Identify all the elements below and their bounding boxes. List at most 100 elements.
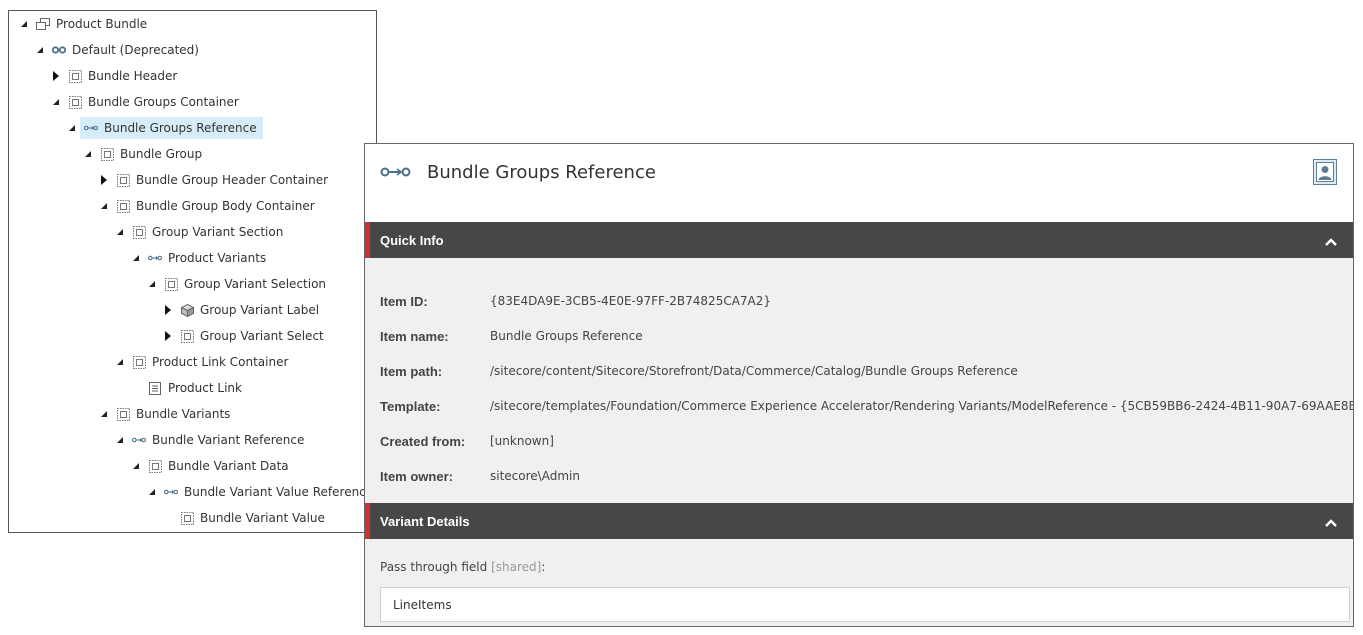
rendering-icon [116,199,130,213]
tree-node-label: Bundle Group [120,147,203,161]
expanded-toggle-icon[interactable] [131,253,141,263]
tree-node[interactable]: Bundle Variant Value Reference [164,481,373,503]
rendering-icon [148,459,162,473]
item-detail-panel: Bundle Groups Reference Quick Info Item … [364,143,1354,627]
product-bundle-icon [36,17,50,31]
reference-icon [84,121,98,135]
tree-node[interactable]: Bundle Variants [116,403,230,425]
info-row-created-from: Created from: [unknown] [380,432,554,450]
info-value: /sitecore/content/Sitecore/Storefront/Da… [490,364,1018,378]
rendering-icon [68,69,82,83]
tree-node-label: Product Link [168,381,242,395]
tree-node[interactable]: Bundle Groups Container [68,91,239,113]
tree-node-label: Bundle Variant Value [200,511,325,525]
reference-icon [380,166,412,181]
tree-node[interactable]: Product Link Container [132,351,288,373]
variant-details-section-header[interactable]: Variant Details [365,503,1353,539]
rendering-icon [132,225,146,239]
expanded-toggle-icon[interactable] [131,461,141,471]
reference-icon [164,485,178,499]
expanded-toggle-icon[interactable] [99,201,109,211]
rendering-icon [180,329,194,343]
tree-node-label: Group Variant Label [200,303,320,317]
tree-node-label: Product Link Container [152,355,289,369]
tree-node[interactable]: Bundle Header [68,65,177,87]
quick-info-section-header[interactable]: Quick Info [365,222,1353,258]
user-avatar-button[interactable] [1313,159,1337,185]
info-row-item-id: Item ID: {83E4DA9E-3CB5-4E0E-97FF-2B7482… [380,292,771,310]
tree-node[interactable]: Bundle Group Header Container [116,169,328,191]
tree-node[interactable]: Bundle Variant Reference [132,429,304,451]
tree-node[interactable]: Bundle Variant Value [180,507,325,529]
content-tree: Product Bundle Default (Deprecated) Bundle… [8,10,377,533]
tree-node-label: Group Variant Selection [184,277,327,291]
rendering-icon [68,95,82,109]
info-value: [unknown] [490,434,554,448]
tree-node[interactable]: Group Variant Select [180,325,324,347]
tree-node[interactable]: Product Link [148,377,242,399]
info-label: Created from: [380,433,466,449]
item-title: Bundle Groups Reference [427,162,656,183]
expanded-toggle-icon[interactable] [67,123,77,133]
expanded-toggle-icon[interactable] [19,19,29,29]
rendering-icon [100,147,114,161]
tree-node-label: Default (Deprecated) [72,43,199,57]
info-value: {83E4DA9E-3CB5-4E0E-97FF-2B74825CA7A2} [490,294,772,308]
rendering-icon [132,355,146,369]
expanded-toggle-icon[interactable] [115,435,125,445]
tree-node[interactable]: Bundle Group Body Container [116,195,315,217]
info-value: sitecore\Admin [490,469,580,483]
expanded-toggle-icon[interactable] [115,357,125,367]
expanded-toggle-icon[interactable] [147,487,157,497]
info-label: Item ID: [380,293,428,309]
tree-node[interactable]: Group Variant Selection [164,273,326,295]
tree-node[interactable]: Group Variant Section [132,221,283,243]
tree-node-label: Bundle Variant Data [168,459,289,473]
tree-node[interactable]: Group Variant Label [180,299,319,321]
expanded-toggle-icon[interactable] [99,409,109,419]
expanded-toggle-icon[interactable] [35,45,45,55]
expanded-toggle-icon[interactable] [51,97,61,107]
tree-node-label: Bundle Variant Reference [152,433,305,447]
info-label: Template: [380,398,441,414]
rendering-icon [164,277,178,291]
variant-details-title: Variant Details [380,513,470,529]
collapsed-toggle-icon[interactable] [51,71,61,81]
tree-node[interactable]: Bundle Groups Reference [80,117,263,139]
user-icon [1316,162,1334,182]
tree-node[interactable]: Product Bundle [36,13,147,35]
tree-node-label: Bundle Header [88,69,178,83]
expanded-toggle-icon[interactable] [147,279,157,289]
reference-icon [148,251,162,265]
info-row-item-path: Item path: /sitecore/content/Sitecore/St… [380,362,1018,380]
info-row-item-owner: Item owner: sitecore\Admin [380,467,580,485]
collapsed-toggle-icon[interactable] [163,305,173,315]
rendering-icon [116,407,130,421]
chevron-up-icon[interactable] [1325,235,1337,249]
field-label-colon: : [541,560,546,574]
rendering-icon [116,173,130,187]
detail-header: Bundle Groups Reference [365,144,1353,222]
pass-through-field-input[interactable]: LineItems [380,587,1350,622]
shared-tag: [shared] [491,560,542,574]
chevron-up-icon[interactable] [1325,516,1337,530]
info-label: Item name: [380,328,449,344]
document-icon [148,381,162,395]
collapsed-toggle-icon[interactable] [163,331,173,341]
tree-node-label: Bundle Variants [136,407,231,421]
expanded-toggle-icon[interactable] [115,227,125,237]
expanded-toggle-icon[interactable] [83,149,93,159]
info-label: Item owner: [380,468,453,484]
tree-node[interactable]: Product Variants [148,247,266,269]
quick-info-title: Quick Info [380,232,444,248]
tree-node[interactable]: Bundle Group [100,143,202,165]
tree-node-label: Bundle Groups Container [88,95,239,109]
tree-node-label: Bundle Groups Reference [104,121,257,135]
collapsed-toggle-icon[interactable] [99,175,109,185]
tree-node-label: Group Variant Select [200,329,324,343]
tree-node-label: Product Variants [168,251,267,265]
tree-node[interactable]: Default (Deprecated) [52,39,199,61]
template-link[interactable]: /sitecore/templates/Foundation/Commerce … [490,399,1353,413]
tree-node[interactable]: Bundle Variant Data [148,455,289,477]
info-label: Item path: [380,363,443,379]
